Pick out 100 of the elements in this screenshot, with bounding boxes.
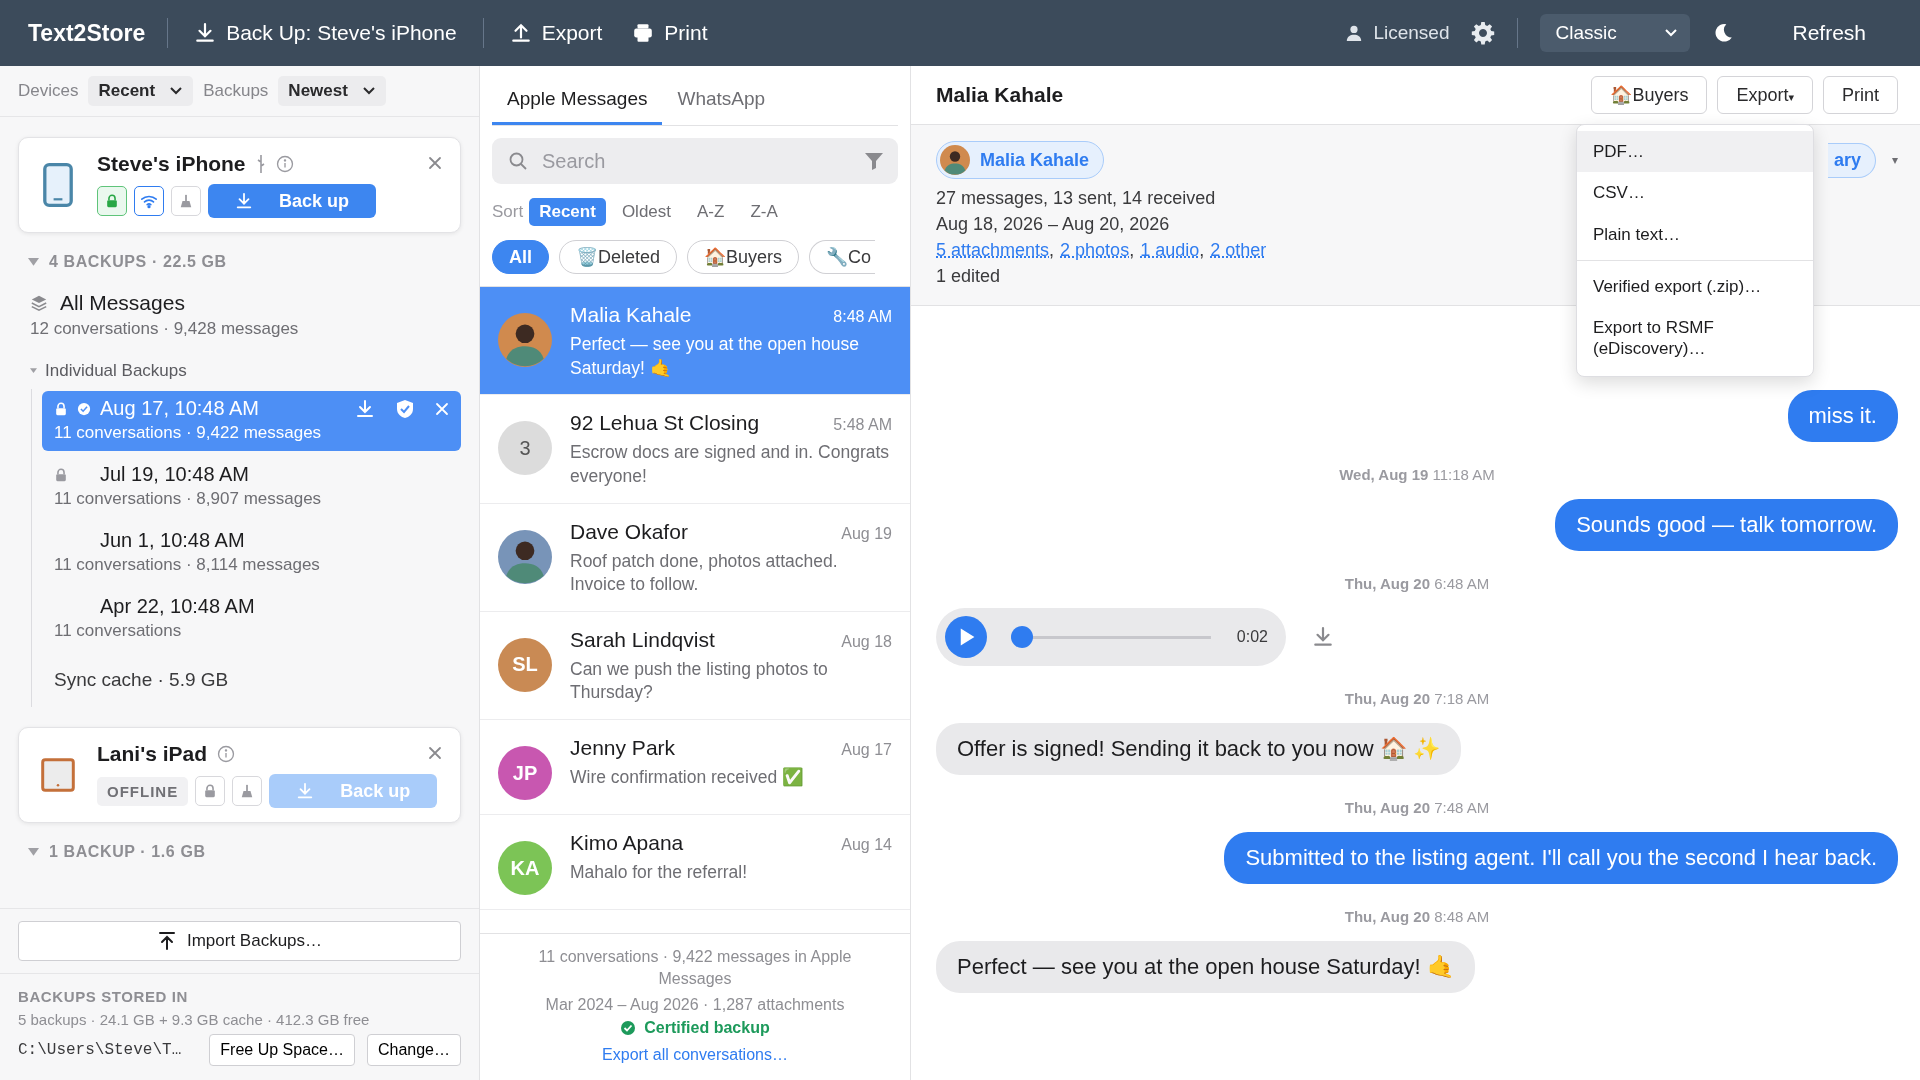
- playhead-handle[interactable]: [1011, 626, 1033, 648]
- filter-icon[interactable]: [864, 151, 884, 171]
- header-button[interactable]: Print: [1823, 76, 1898, 114]
- filter-select[interactable]: Newest: [278, 76, 386, 106]
- conversation-item[interactable]: Dave Okafor Aug 19 Roof patch done, photos attached. Invoice to follow.: [480, 503, 910, 612]
- theme-select[interactable]: Classic: [1540, 14, 1691, 52]
- wifi-toggle[interactable]: [134, 186, 164, 216]
- backup-item[interactable]: Jun 1, 10:48 AM 11 conversations · 8,114 messages: [42, 523, 461, 583]
- filter-select[interactable]: Recent: [88, 76, 194, 106]
- disclosure-triangle-icon[interactable]: [30, 368, 37, 374]
- lock-icon: [105, 194, 119, 208]
- refresh-button[interactable]: Refresh: [1786, 20, 1872, 46]
- download-icon: [235, 192, 253, 210]
- header-button[interactable]: 🏠Buyers: [1591, 76, 1708, 114]
- source-tab[interactable]: WhatsApp: [662, 76, 781, 125]
- caret-icon[interactable]: ▾: [1891, 143, 1898, 167]
- source-tab[interactable]: Apple Messages: [492, 76, 663, 125]
- contact-name: 92 Lehua St Closing: [570, 411, 761, 436]
- avatar: KA: [498, 841, 552, 895]
- sort-option[interactable]: Oldest: [611, 198, 681, 226]
- filter-chip[interactable]: All: [492, 240, 549, 274]
- disclosure-triangle-icon[interactable]: [28, 257, 39, 267]
- import-backups-button[interactable]: Import Backups…: [18, 921, 461, 961]
- menu-item[interactable]: Export to RSMF (eDiscovery)…: [1577, 307, 1813, 370]
- attachment-link[interactable]: 2 other: [1210, 240, 1267, 260]
- edited-count: 1 edited: [936, 266, 1001, 287]
- filter-chip[interactable]: 🏠Buyers: [687, 240, 800, 274]
- comma-separator: ,: [1199, 240, 1205, 260]
- attachment-link[interactable]: 2 photos: [1060, 240, 1130, 260]
- storage-button[interactable]: Free Up Space…: [209, 1034, 355, 1066]
- conversation-title: Malia Kahale: [936, 83, 1064, 107]
- timestamp: Thu, Aug 20 7:18 AM: [1344, 690, 1490, 707]
- group-label[interactable]: Individual Backups: [45, 361, 187, 381]
- cleanup-button[interactable]: [171, 186, 201, 216]
- filter-label: Backups: [203, 81, 269, 101]
- timestamp: Thu, Aug 20 8:48 AM: [1344, 908, 1490, 925]
- backup-item[interactable]: Apr 22, 10:48 AM 11 conversations: [42, 589, 461, 649]
- conversation-item[interactable]: JP Jenny Park Aug 17 Wire confirmation received ✅: [480, 720, 910, 815]
- menu-item[interactable]: Verified export (.zip)…: [1577, 265, 1813, 307]
- device-name: Steve's iPhone: [97, 152, 246, 176]
- comma-separator: ,: [1049, 240, 1055, 260]
- conversation-item[interactable]: SL Sarah Lindqvist Aug 18 Can we push the listing photos to Thursday?: [480, 611, 910, 720]
- play-button[interactable]: [945, 616, 987, 658]
- sync-cache-item[interactable]: Sync cache · 5.9 GB: [42, 655, 461, 695]
- attachment-link[interactable]: 5 attachments: [936, 240, 1050, 260]
- message-preview: Wire confirmation received ✅: [570, 766, 806, 789]
- message-preview: Perfect — see you at the open house Saturday! 🤙: [570, 333, 860, 380]
- settings-icon[interactable]: [1471, 21, 1496, 45]
- download-icon: [355, 398, 375, 419]
- sort-label: Sort: [492, 202, 524, 222]
- header-button[interactable]: Export▾: [1717, 76, 1813, 114]
- conversation-item[interactable]: KA Kimo Apana Aug 14 Mahalo for the referral!: [480, 815, 910, 910]
- backup-stats: 11 conversations · 8,907 messages: [54, 489, 323, 509]
- filter-chip[interactable]: 🔧Co: [809, 240, 876, 274]
- info-icon[interactable]: [275, 155, 294, 173]
- shield-icon[interactable]: [395, 398, 415, 419]
- export-all-link[interactable]: Export all conversations…: [602, 1046, 788, 1064]
- attachment-link[interactable]: 1 audio: [1140, 240, 1200, 260]
- storage-path: C:\Users\Steve\T…: [18, 1041, 183, 1059]
- offline-badge: OFFLINE: [97, 776, 189, 806]
- back-up-button[interactable]: Back up: [208, 184, 376, 218]
- message-time: 5:48 AM: [833, 416, 892, 435]
- menu-item[interactable]: CSV…: [1577, 172, 1813, 214]
- conversation-item[interactable]: 3 92 Lehua St Closing 5:48 AM Escrow docs are signed and in. Congrats everyone!: [480, 395, 910, 504]
- sort-option[interactable]: A-Z: [687, 198, 735, 226]
- device-card[interactable]: Steve's iPhone Back up: [18, 137, 461, 233]
- info-icon[interactable]: [217, 745, 236, 763]
- backup-item[interactable]: Jul 19, 10:48 AM 11 conversations · 8,907 messages: [42, 457, 461, 517]
- received-message-bubble: Offer is signed! Sending it back to you now 🏠 ✨: [936, 723, 1461, 775]
- app-name: Text2Store: [28, 19, 146, 47]
- encryption-toggle[interactable]: [195, 776, 226, 806]
- message-preview: Roof patch done, photos attached. Invoice to follow.: [570, 549, 839, 597]
- toolbar-button[interactable]: Print: [628, 17, 712, 49]
- all-messages-item[interactable]: All Messages: [60, 291, 185, 315]
- menu-item[interactable]: PDF…: [1577, 131, 1813, 173]
- sort-option[interactable]: Recent: [529, 198, 606, 226]
- close-icon[interactable]: [428, 746, 442, 760]
- received-message-bubble: Perfect — see you at the open house Saturday! 🤙: [936, 941, 1475, 993]
- conversation-stats: 27 messages, 13 sent, 14 received: [936, 188, 1216, 209]
- sort-option[interactable]: Z-A: [740, 198, 788, 226]
- toolbar-button[interactable]: Export: [505, 17, 607, 49]
- message-time: Aug 14: [841, 836, 892, 854]
- backup-date: Jun 1, 10:48 AM: [100, 529, 246, 552]
- close-icon[interactable]: [428, 156, 442, 170]
- timestamp: Thu, Aug 20 6:48 AM: [1344, 575, 1490, 592]
- sent-message-bubble: miss it.: [1787, 390, 1898, 442]
- avatar: 3: [498, 421, 552, 476]
- download-icon: [296, 782, 315, 800]
- search-field[interactable]: Search: [492, 138, 898, 184]
- backup-summary: 4 BACKUPS · 22.5 GB: [49, 253, 227, 271]
- menu-item[interactable]: Plain text…: [1577, 213, 1813, 255]
- disclosure-triangle-icon[interactable]: [28, 847, 39, 857]
- encryption-toggle[interactable]: [97, 186, 127, 216]
- check-badge-icon: [620, 1020, 637, 1036]
- toolbar-button[interactable]: Back Up: Steve's iPhone: [190, 17, 461, 49]
- filter-chip[interactable]: 🗑Deleted: [559, 240, 678, 274]
- cleanup-button[interactable]: [232, 776, 263, 806]
- storage-button[interactable]: Change…: [366, 1034, 461, 1066]
- summary-text: 11 conversations · 9,422 messages in Apple Messages: [537, 946, 853, 990]
- contact-name: Malia Kahale: [570, 303, 693, 327]
